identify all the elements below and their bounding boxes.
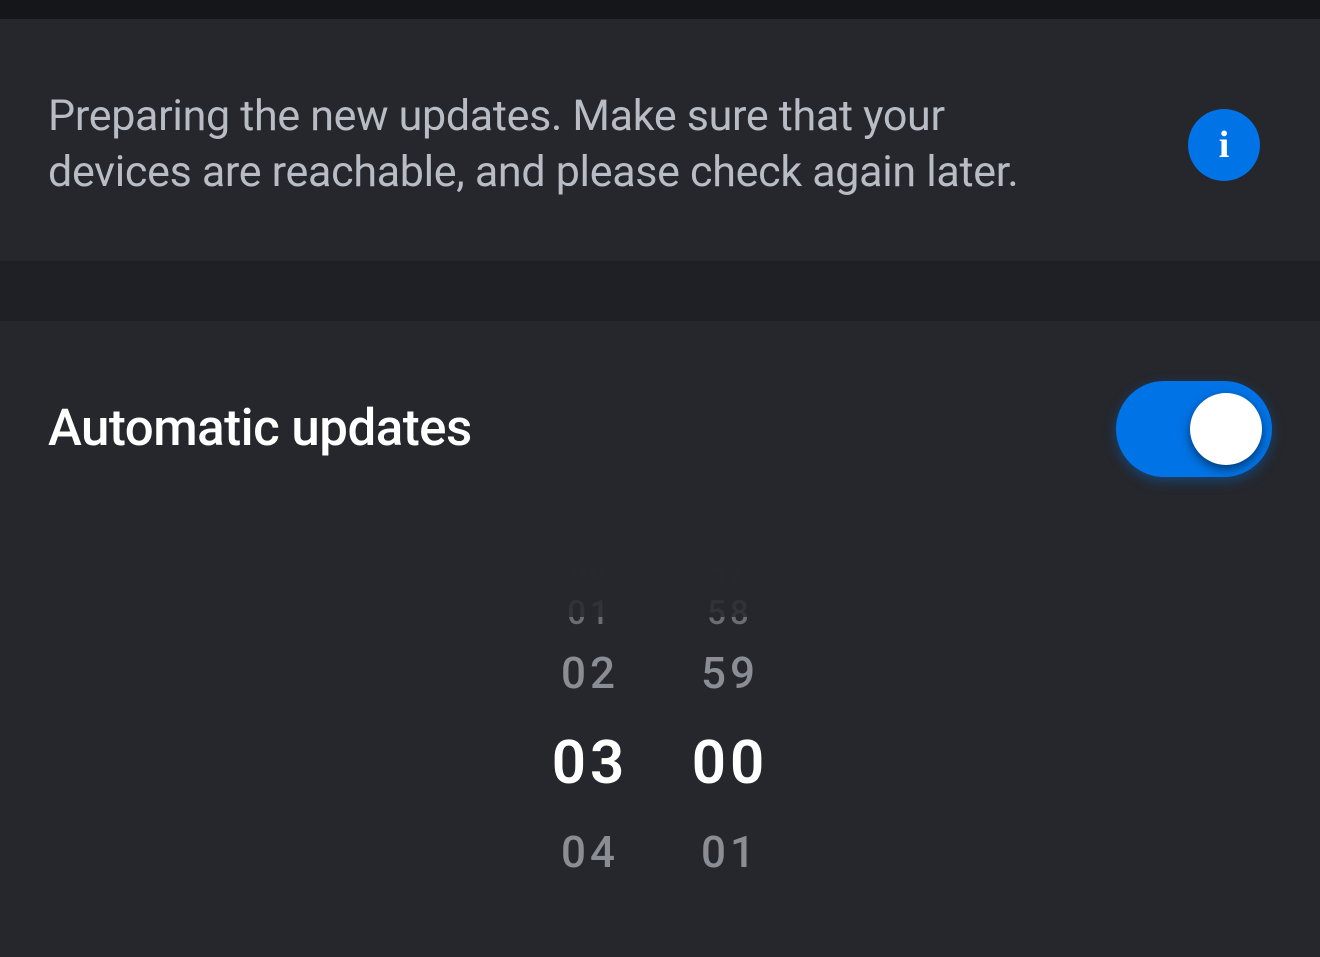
info-button[interactable]: i	[1188, 109, 1260, 181]
minute-picker-column[interactable]: 57 58 59 00 01	[685, 557, 775, 888]
automatic-updates-toggle[interactable]	[1116, 381, 1272, 477]
minute-option: 01	[685, 816, 775, 888]
hour-option: 01	[545, 590, 635, 637]
hour-option: 02	[545, 637, 635, 709]
notification-text: Preparing the new updates. Make sure tha…	[48, 89, 1098, 201]
minute-option: 59	[685, 637, 775, 709]
time-columns: 00 01 02 03 04 57 58 59 00 01	[545, 557, 775, 888]
notification-panel: Preparing the new updates. Make sure tha…	[0, 19, 1320, 261]
top-bar	[0, 0, 1320, 19]
settings-panel: Automatic updates 00 01 02 03 04 57	[0, 321, 1320, 957]
automatic-updates-row: Automatic updates	[48, 381, 1272, 477]
automatic-updates-label: Automatic updates	[48, 399, 472, 458]
hour-selected: 03	[545, 709, 635, 816]
minute-selected: 00	[685, 709, 775, 816]
hour-option: 00	[545, 557, 635, 590]
minute-option: 57	[685, 557, 775, 590]
time-picker-wrapper: 00 01 02 03 04 57 58 59 00 01	[48, 557, 1272, 957]
minute-option: 58	[685, 590, 775, 637]
panel-divider	[0, 261, 1320, 321]
info-icon: i	[1219, 123, 1230, 167]
toggle-knob	[1190, 393, 1262, 465]
hour-option: 04	[545, 816, 635, 888]
time-picker[interactable]: 00 01 02 03 04 57 58 59 00 01	[48, 557, 1272, 957]
picker-fade-bottom	[48, 917, 1272, 957]
hour-picker-column[interactable]: 00 01 02 03 04	[545, 557, 635, 888]
